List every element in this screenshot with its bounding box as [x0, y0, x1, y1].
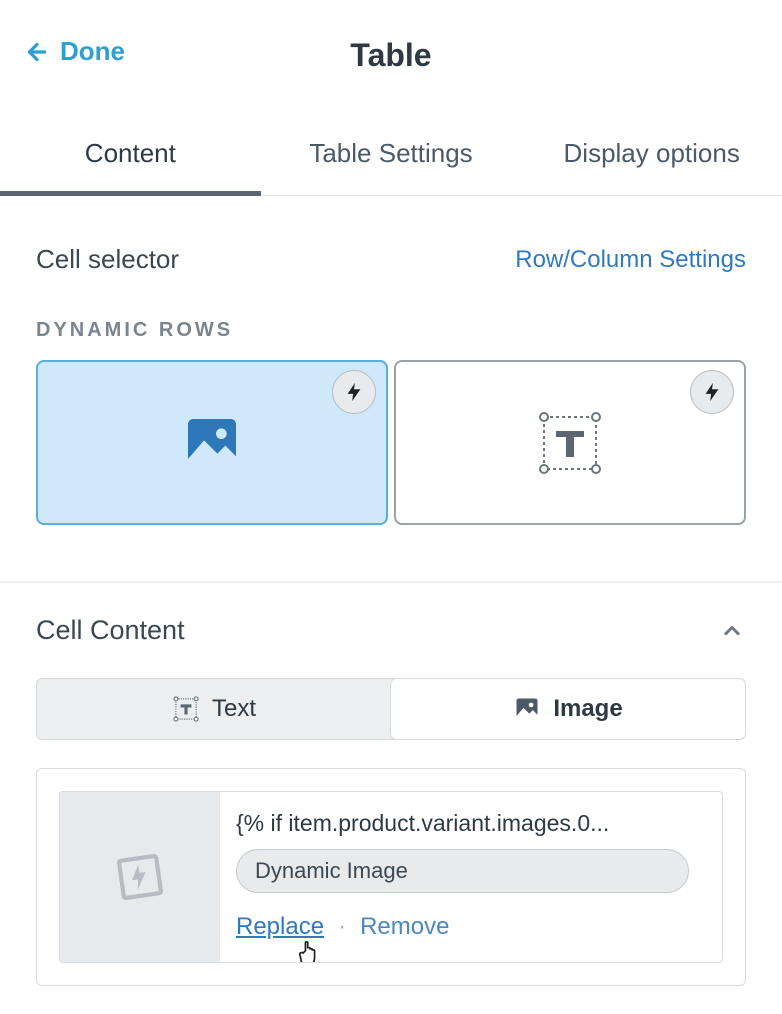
tab-content[interactable]: Content: [0, 110, 261, 195]
lightning-icon: [701, 381, 723, 403]
separator-dot: ·: [338, 913, 346, 941]
chevron-up-icon: [718, 617, 746, 645]
tabs: Content Table Settings Display options: [0, 110, 782, 196]
row-column-settings-link[interactable]: Row/Column Settings: [515, 246, 746, 274]
image-item-container: {% if item.product.variant.images.0... D…: [36, 768, 746, 986]
dynamic-rows-heading: DYNAMIC ROWS: [36, 319, 746, 342]
content-type-toggle: Text Image: [36, 678, 746, 740]
image-details: {% if item.product.variant.images.0... D…: [232, 792, 722, 962]
image-icon: [180, 411, 244, 475]
toggle-image[interactable]: Image: [391, 679, 745, 739]
text-frame-icon: [172, 695, 200, 723]
done-label: Done: [60, 36, 125, 67]
toggle-image-label: Image: [553, 695, 622, 723]
image-icon: [513, 695, 541, 723]
remove-link[interactable]: Remove: [360, 913, 449, 941]
lightning-icon: [343, 381, 365, 403]
dynamic-row-cards: [36, 360, 746, 525]
dynamic-image-badge[interactable]: Dynamic Image: [236, 849, 689, 893]
image-thumbnail[interactable]: [60, 792, 220, 962]
cell-selector-label: Cell selector: [36, 244, 179, 275]
lightning-badge: [332, 370, 376, 414]
tab-display-options[interactable]: Display options: [521, 110, 782, 195]
arrow-left-icon: [24, 39, 50, 65]
cell-selector-row: Cell selector Row/Column Settings: [36, 244, 746, 275]
done-button[interactable]: Done: [24, 36, 125, 67]
lightning-badge: [690, 370, 734, 414]
page-title: Table: [350, 37, 431, 74]
header: Done Table: [0, 0, 782, 110]
cell-content-title: Cell Content: [36, 615, 185, 646]
code-snippet: {% if item.product.variant.images.0...: [236, 810, 708, 837]
placeholder-lightning-image-icon: [112, 849, 168, 905]
toggle-text[interactable]: Text: [37, 679, 391, 739]
text-frame-icon: [534, 407, 606, 479]
toggle-text-label: Text: [212, 695, 256, 723]
tab-table-settings[interactable]: Table Settings: [261, 110, 522, 195]
cursor-hand-icon: [296, 937, 324, 963]
cell-content-header[interactable]: Cell Content: [0, 583, 782, 654]
cell-selector-section: Cell selector Row/Column Settings DYNAMI…: [0, 196, 782, 553]
dynamic-card-text[interactable]: [394, 360, 746, 525]
image-item: {% if item.product.variant.images.0... D…: [59, 791, 723, 963]
image-actions: Replace · Remove: [236, 913, 708, 941]
dynamic-card-image[interactable]: [36, 360, 388, 525]
